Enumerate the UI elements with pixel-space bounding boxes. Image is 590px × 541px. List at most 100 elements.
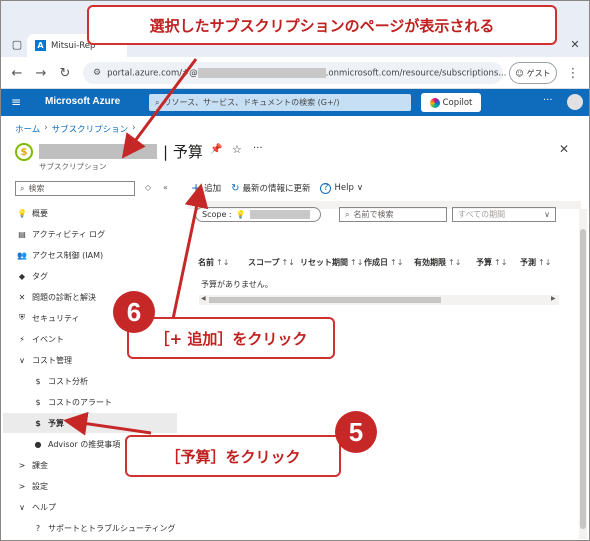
back-icon[interactable]: ← bbox=[9, 65, 25, 81]
vertical-scrollbar[interactable] bbox=[579, 209, 587, 539]
support-icon: ? bbox=[35, 523, 41, 533]
avatar[interactable] bbox=[567, 94, 583, 110]
sidebar-item-label: アクセス制御 (IAM) bbox=[32, 250, 104, 260]
scope-filter[interactable]: Scope : 💡 bbox=[195, 207, 321, 222]
guest-profile-button[interactable]: ☺ ゲスト bbox=[509, 62, 557, 84]
close-icon[interactable]: ✕ bbox=[559, 142, 569, 156]
sidebar-item[interactable]: ∨ ヘルプ bbox=[3, 497, 177, 517]
star-icon[interactable]: ☆ bbox=[232, 143, 242, 156]
search-icon: ⌕ bbox=[20, 183, 25, 193]
screenshot-frame: ▢ A Mitsui-Rep ✕ ← → ↻ ⚙ portal.azure.co… bbox=[0, 0, 590, 541]
iam-icon: 👥 bbox=[17, 250, 27, 260]
sidebar-item-label: タグ bbox=[32, 271, 48, 281]
sidebar-item[interactable]: $ 予算 bbox=[3, 413, 177, 433]
name-search-input[interactable]: ⌕ 名前で検索 bbox=[339, 207, 447, 222]
step6-badge: 6 bbox=[113, 291, 155, 333]
column-header[interactable]: 予算 ↑↓ bbox=[476, 255, 520, 269]
sort-icon: ↑↓ bbox=[494, 257, 508, 267]
column-header[interactable]: 作成日 ↑↓ bbox=[364, 255, 414, 269]
chevron-right-icon: > bbox=[18, 460, 26, 470]
refresh-button[interactable]: ↻ 最新の情報に更新 bbox=[231, 182, 310, 195]
column-header[interactable]: スコープ ↑↓ bbox=[248, 255, 300, 269]
site-info-icon[interactable]: ⚙ bbox=[93, 68, 101, 78]
azure-favicon-icon: A bbox=[35, 40, 46, 51]
sidebar-item[interactable]: ▤ アクティビティ ログ bbox=[3, 224, 177, 244]
browser-menu-icon[interactable]: ⋮ bbox=[565, 65, 581, 81]
column-header-label: 有効期限 bbox=[414, 257, 446, 267]
breadcrumb-subscriptions[interactable]: サブスクリプション bbox=[52, 123, 129, 135]
sidebar-item[interactable]: 💡 概要 bbox=[3, 203, 177, 223]
advisor-icon: ● bbox=[34, 439, 42, 449]
sidebar-item[interactable]: ◆ タグ bbox=[3, 266, 177, 286]
tab-list-icon[interactable]: ▢ bbox=[9, 36, 25, 52]
lightbulb-icon: 💡 bbox=[17, 208, 27, 218]
sort-icon: ↑↓ bbox=[390, 257, 404, 267]
page-subtitle: サブスクリプション bbox=[39, 162, 107, 171]
chevron-down-icon: ∨ bbox=[544, 210, 550, 219]
breadcrumb-home[interactable]: ホーム bbox=[15, 123, 40, 135]
pin-icon[interactable]: 📌 bbox=[210, 144, 222, 155]
menu-search-input[interactable]: ⌕ 検索 bbox=[15, 181, 135, 196]
horizontal-scrollbar[interactable]: ◀ ▶ bbox=[199, 295, 559, 305]
budget-icon: $ bbox=[35, 418, 41, 428]
horizontal-scroll-thumb[interactable] bbox=[209, 297, 441, 303]
sidebar-item-label: 問題の診断と解決 bbox=[32, 292, 96, 302]
help-button[interactable]: ? Help ∨ bbox=[320, 182, 364, 194]
sidebar-item[interactable]: $ コスト分析 bbox=[3, 371, 177, 391]
sidebar-item[interactable]: > 設定 bbox=[3, 476, 177, 496]
url-redaction bbox=[197, 67, 326, 78]
column-header[interactable]: リセット期間 ↑↓ bbox=[300, 255, 364, 269]
column-header[interactable]: 名前 ↑↓ bbox=[198, 255, 248, 269]
more-icon[interactable]: ··· bbox=[253, 143, 263, 154]
event-icon: ⚡ bbox=[19, 334, 25, 344]
resource-menu: ⌕ 検索 ◇ « 💡 概要 ▤ アクティビティ ログ 👥 アクセス制御 (IAM) ◆ タグ ✕… bbox=[1, 177, 179, 540]
more-icon[interactable]: ··· bbox=[543, 95, 553, 106]
empty-message: 予算がありません。 bbox=[201, 280, 273, 289]
breadcrumb-separator: › bbox=[44, 123, 48, 133]
sidebar-item[interactable]: 👥 アクセス制御 (IAM) bbox=[3, 245, 177, 265]
copilot-icon bbox=[429, 97, 440, 108]
diagnose-icon: ✕ bbox=[18, 292, 26, 302]
sidebar-item[interactable]: ? サポートとトラブルシューティング bbox=[3, 518, 177, 538]
window-close-icon[interactable]: ✕ bbox=[567, 36, 583, 52]
column-header-label: スコープ bbox=[248, 257, 280, 267]
page-header: $ | 予算 サブスクリプション 📌 ☆ ··· ✕ bbox=[15, 141, 575, 173]
hamburger-menu-icon[interactable]: ≡ bbox=[11, 95, 21, 109]
subscription-name-redaction bbox=[39, 144, 157, 159]
sidebar-item-label: セキュリティ bbox=[32, 313, 80, 323]
chevron-down-icon: ∨ bbox=[356, 183, 364, 193]
url-field[interactable]: ⚙ portal.azure.com/#@ .onmicrosoft.com/re… bbox=[83, 62, 506, 84]
reload-icon[interactable]: ↻ bbox=[57, 65, 73, 81]
main-content bbox=[187, 201, 587, 540]
scope-redaction bbox=[249, 210, 310, 219]
person-icon: ☺ bbox=[515, 68, 524, 78]
cost-alert-icon: $ bbox=[35, 397, 41, 407]
column-header[interactable]: 有効期限 ↑↓ bbox=[414, 255, 476, 269]
copilot-button[interactable]: Copilot bbox=[421, 93, 481, 112]
sort-icon: ↑↓ bbox=[350, 257, 364, 267]
column-header[interactable]: 予測 ↑↓ bbox=[520, 255, 560, 269]
expand-icon[interactable]: ◇ bbox=[145, 183, 151, 192]
sidebar-item-label: 設定 bbox=[32, 481, 48, 491]
column-header-label: 作成日 bbox=[364, 257, 388, 267]
sidebar-item-label: 予算 bbox=[48, 418, 64, 428]
global-search-input[interactable]: ⌕ リソース、サービス、ドキュメントの検索 (G+/) bbox=[149, 94, 411, 111]
scroll-right-icon[interactable]: ▶ bbox=[551, 295, 556, 302]
chevron-down-icon: ∨ bbox=[19, 502, 25, 512]
add-button[interactable]: + 追加 bbox=[191, 181, 221, 195]
step5-badge: 5 bbox=[335, 411, 377, 453]
azure-brand[interactable]: Microsoft Azure bbox=[45, 96, 120, 107]
collapse-menu-icon[interactable]: « bbox=[163, 183, 168, 192]
chevron-right-icon: > bbox=[18, 481, 26, 491]
sidebar-item-label: Advisor の推奨事項 bbox=[48, 439, 121, 449]
table-header: 名前 ↑↓ スコープ ↑↓ リセット期間 ↑↓ 作成日 ↑↓ 有効期限 ↑↓ 予算 ↑↓ 予測 ↑↓ bbox=[198, 255, 560, 269]
vertical-scroll-thumb[interactable] bbox=[580, 229, 586, 529]
sidebar-item-label: 概要 bbox=[32, 208, 48, 218]
scroll-left-icon[interactable]: ◀ bbox=[201, 295, 206, 302]
plus-icon: + bbox=[191, 181, 202, 195]
forward-icon[interactable]: → bbox=[33, 65, 49, 81]
search-icon: ⌕ bbox=[155, 97, 160, 107]
period-dropdown[interactable]: すべての期間 ∨ bbox=[452, 207, 556, 222]
top-callout: 選択したサブスクリプションのページが表示される bbox=[87, 5, 557, 45]
sidebar-item[interactable]: $ コストのアラート bbox=[3, 392, 177, 412]
